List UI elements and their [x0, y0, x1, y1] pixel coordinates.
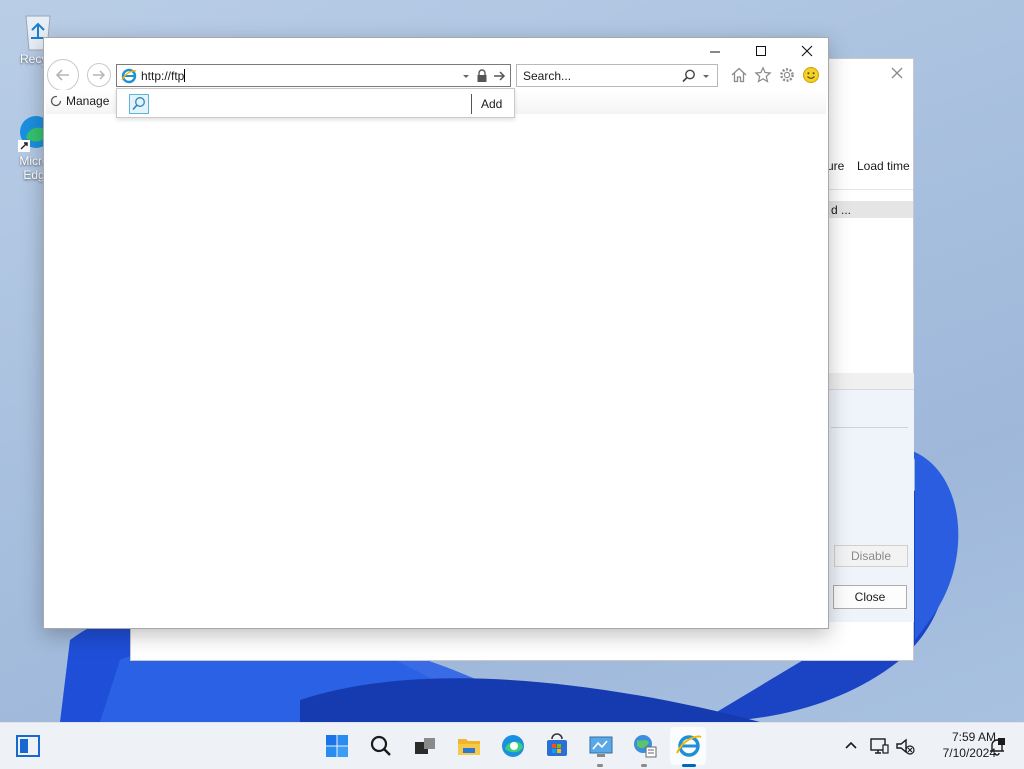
volume-muted-icon[interactable] [894, 735, 916, 757]
minimize-icon[interactable] [692, 38, 738, 66]
column-header-load-time[interactable]: Load time [857, 159, 910, 173]
running-indicator [641, 764, 647, 767]
add-search-provider-button[interactable]: Add [481, 97, 502, 111]
internet-explorer-icon[interactable] [675, 732, 703, 760]
search-suggestion-icon[interactable] [129, 94, 149, 114]
close-icon[interactable] [889, 65, 905, 81]
disable-button[interactable]: Disable [834, 545, 908, 567]
home-icon[interactable] [730, 66, 748, 84]
search-icon[interactable] [367, 732, 395, 760]
maximize-icon[interactable] [738, 38, 784, 66]
windows-start-icon[interactable] [323, 732, 351, 760]
dropdown-arrow-icon[interactable] [701, 71, 711, 81]
text-caret [184, 69, 186, 82]
suggestion-divider [471, 94, 472, 114]
search-icon [132, 97, 145, 111]
search-icon[interactable] [681, 68, 697, 84]
store-icon[interactable] [543, 732, 571, 760]
arrow-right-icon [93, 70, 106, 80]
task-view-icon[interactable] [411, 732, 439, 760]
header-divider [829, 189, 913, 190]
table-cell: d ... [831, 203, 852, 217]
back-button[interactable] [47, 59, 79, 91]
clock[interactable]: 7:59 AM 7/10/2024 [918, 729, 996, 761]
active-indicator [682, 764, 696, 767]
tab-manage[interactable]: Manage [50, 94, 109, 108]
task-switcher-icon[interactable] [14, 732, 42, 760]
search-box[interactable]: Search... [516, 64, 718, 87]
column-header-partial[interactable]: ure [827, 159, 844, 173]
settings-gear-icon[interactable] [778, 66, 796, 84]
taskbar: 7:59 AM 7/10/2024 [0, 722, 1024, 769]
dropdown-arrow-icon[interactable] [461, 71, 471, 81]
close-button[interactable]: Close [833, 585, 907, 609]
control-panel-icon[interactable] [587, 732, 615, 760]
edge-icon[interactable] [499, 732, 527, 760]
address-bar[interactable]: http://ftp [116, 64, 511, 87]
chevron-up-icon[interactable] [841, 736, 861, 756]
internet-explorer-icon [121, 68, 137, 84]
address-input[interactable]: http://ftp [141, 69, 186, 83]
close-icon[interactable] [784, 38, 830, 66]
tab-label: Manage [66, 94, 110, 108]
clock-time: 7:59 AM [951, 730, 996, 744]
notification-icon[interactable] [986, 735, 1008, 757]
network-icon[interactable] [868, 735, 890, 757]
clock-date: 7/10/2024 [942, 746, 996, 760]
search-input[interactable]: Search... [523, 69, 571, 83]
running-indicator [597, 764, 603, 767]
details-separator [831, 427, 908, 428]
go-arrow-icon[interactable] [492, 69, 506, 83]
favorites-star-icon[interactable] [754, 66, 772, 84]
file-explorer-icon[interactable] [455, 732, 483, 760]
network-globe-icon[interactable] [631, 732, 659, 760]
internet-explorer-window: http://ftp Search... Manage Add [43, 37, 829, 629]
lock-icon[interactable] [476, 69, 488, 83]
smiley-feedback-icon[interactable] [802, 66, 820, 84]
address-suggestion-dropdown: Add [116, 88, 515, 118]
list-footer-strip [829, 373, 914, 389]
arrow-left-icon [55, 69, 69, 81]
loading-spinner-icon [50, 95, 62, 107]
address-value: http://ftp [141, 69, 185, 83]
forward-button[interactable] [87, 63, 111, 87]
